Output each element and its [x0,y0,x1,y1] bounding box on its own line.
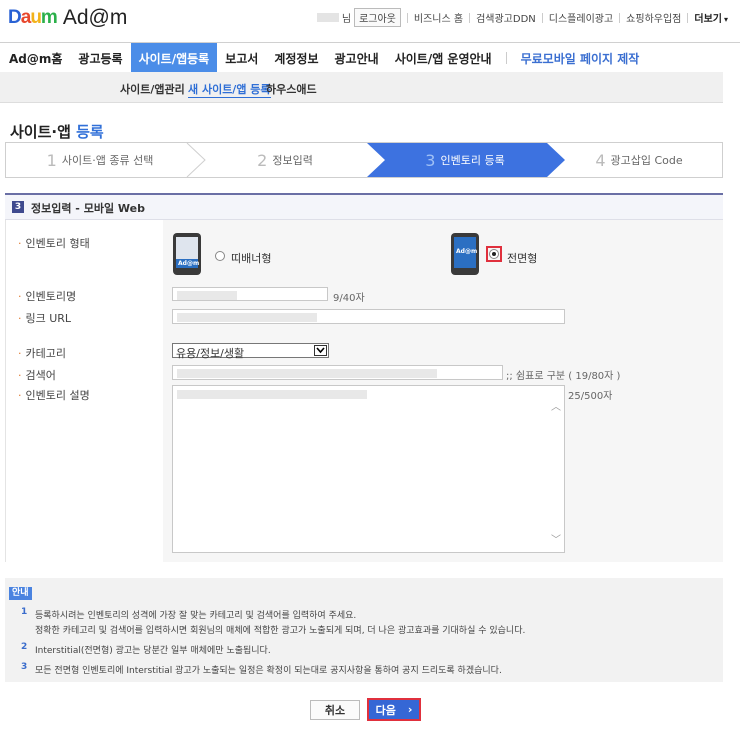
category-select[interactable]: 유용/정보/생활 [172,343,329,360]
section-header: 3 정보입력 - 모바일 Web [5,195,723,220]
user-name-redacted [316,13,339,22]
cancel-button[interactable]: 취소 [310,700,360,720]
radio-banner-type[interactable] [215,251,225,261]
step-4: 4 광고삽입 Code [555,142,723,178]
section-number: 3 [12,201,24,213]
utility-nav: 님 로그아웃 비즈니스 홈 검색광고DDN 디스플레이광고 쇼핑하우입점 더보기… [316,8,728,27]
keyword-input[interactable] [172,365,503,380]
notice-box: 안내 1 등록하시려는 인벤토리의 성격에 가장 잘 맞는 카테고리 및 검색어… [5,578,723,682]
radio-banner-label[interactable]: 띠배너형 [231,250,271,266]
step-2-num: 2 [257,150,268,170]
label-link-url-text: 링크 URL [25,312,72,325]
next-button[interactable]: 다음 › [367,698,421,721]
description-count: 25/500자 [568,391,613,402]
step-1-label: 사이트·앱 종류 선택 [61,154,154,167]
lnb-site-app-manage[interactable]: 사이트/앱관리 [120,81,185,97]
more-menu[interactable]: 더보기 ▾ [694,10,728,25]
step-3-current: 3 인벤토리 등록 [375,142,555,178]
gnb-operation-guide[interactable]: 사이트/앱 운영안내 [387,43,500,73]
notice-1-line-2: 정확한 카테고리 및 검색어를 입력하시면 회원님의 매체에 적합한 광고가 노… [35,626,526,636]
description-redacted [177,390,367,399]
label-inventory-type-text: 인벤토리 형태 [25,237,90,250]
user-suffix: 님 [341,14,352,25]
page-title-highlight: 등록 [76,123,104,141]
inventory-name-count: 9/40자 [333,293,365,304]
label-keyword: · 검색어 [18,369,56,382]
gnb-account[interactable]: 계정정보 [266,43,326,73]
sub-nav: 사이트/앱관리 새 사이트/앱 등록 하우스애드 [0,72,723,103]
lnb-house-ad[interactable]: 하우스애드 [266,81,317,97]
gnb-ad-register[interactable]: 광고등록 [70,43,130,73]
step-3-label: 인벤토리 등록 [440,154,505,167]
chevron-down-icon [314,345,327,356]
label-inventory-type: · 인벤토리 형태 [18,237,90,250]
page-title: 사이트·앱 등록 [10,121,104,142]
keyword-redacted [177,369,437,378]
gnb-adam-home[interactable]: Ad@m홈 [0,43,70,73]
label-description: · 인벤토리 설명 [18,389,90,402]
gnb-free-mobile-page[interactable]: 무료모바일 페이지 제작 [513,43,648,73]
gnb-report[interactable]: 보고서 [217,43,266,73]
label-description-text: 인벤토리 설명 [25,389,90,402]
label-category-text: 카테고리 [25,347,66,360]
link-display-ad[interactable]: 디스플레이광고 [549,10,613,25]
step-3-num: 3 [425,150,436,170]
step-indicator: 1 사이트·앱 종류 선택 2 정보입력 3 인벤토리 등록 4 광고삽입 Code [5,142,723,178]
fullscreen-device-text: Ad@m [456,248,478,255]
daum-logo[interactable]: Daum Ad@m [8,6,128,29]
inventory-name-redacted [177,291,237,300]
daum-wordmark: Daum [8,7,58,28]
caret-down-icon: ▾ [723,15,728,24]
label-inventory-name: · 인벤토리명 [18,290,77,303]
global-nav: Ad@m홈 광고등록 사이트/앱등록 보고서 계정정보 광고안내 사이트/앱 운… [0,42,740,73]
notice-3-num: 3 [21,662,28,672]
link-search-ad[interactable]: 검색광고DDN [476,10,536,25]
category-selected-value: 유용/정보/생활 [176,347,245,360]
notice-3-line-1: 모든 전면형 인벤토리에 Interstitial 광고가 노출되는 일정은 확… [35,666,502,676]
link-url-input[interactable] [172,309,565,324]
radio-fullscreen-type[interactable] [489,249,499,259]
link-url-redacted [177,313,317,322]
product-name: Ad@m [62,6,128,29]
label-link-url: · 링크 URL [18,312,72,325]
gnb-ad-guide[interactable]: 광고안내 [327,43,387,73]
scroll-down-icon[interactable]: ﹀ [551,531,561,546]
link-shopping[interactable]: 쇼핑하우입점 [626,10,681,25]
fullscreen-device-image: Ad@m [450,232,480,276]
lnb-new-site-app[interactable]: 새 사이트/앱 등록 [188,81,271,98]
step-4-label: 광고삽입 Code [610,154,683,167]
notice-1-line-1: 등록하시려는 인벤토리의 성격에 가장 잘 맞는 카테고리 및 검색어를 입력하… [35,611,357,621]
label-inventory-name-text: 인벤토리명 [25,290,77,303]
radio-fullscreen-label[interactable]: 전면형 [507,250,537,266]
step-2: 2 정보입력 [195,142,375,178]
scroll-up-icon[interactable]: ︿ [551,398,561,413]
label-category: · 카테고리 [18,347,66,360]
section-title: 정보입력 - 모바일 Web [31,202,145,215]
step-4-num: 4 [595,150,606,170]
next-button-label: 다음 [375,703,396,717]
form-left-border [5,220,6,562]
mobile-banner-icon [173,233,201,275]
label-keyword-text: 검색어 [25,369,56,382]
banner-device-text: Ad@m [178,260,200,267]
notice-1-num: 1 [21,607,28,617]
notice-2-line-1: Interstitial(전면형) 광고는 당분간 일부 매체에만 노출됩니다. [35,646,271,656]
banner-device-image: Ad@m [172,232,202,276]
link-business-home[interactable]: 비즈니스 홈 [414,10,463,25]
step-2-label: 정보입력 [272,154,313,167]
more-label: 더보기 [694,14,722,25]
description-textarea[interactable]: ︿ ﹀ [172,385,565,553]
chevron-right-icon: › [407,703,413,716]
step-1: 1 사이트·앱 종류 선택 [5,142,195,178]
page-title-main: 사이트·앱 [10,123,77,141]
logout-button[interactable]: 로그아웃 [354,8,401,27]
gnb-site-app-register[interactable]: 사이트/앱등록 [130,43,218,73]
inventory-name-input[interactable] [172,287,328,301]
keyword-hint: ;; 쉼표로 구분 ( 19/80자 ) [506,371,621,382]
notice-2-num: 2 [21,642,28,652]
notice-tag: 안내 [9,587,32,600]
step-1-num: 1 [46,150,57,170]
